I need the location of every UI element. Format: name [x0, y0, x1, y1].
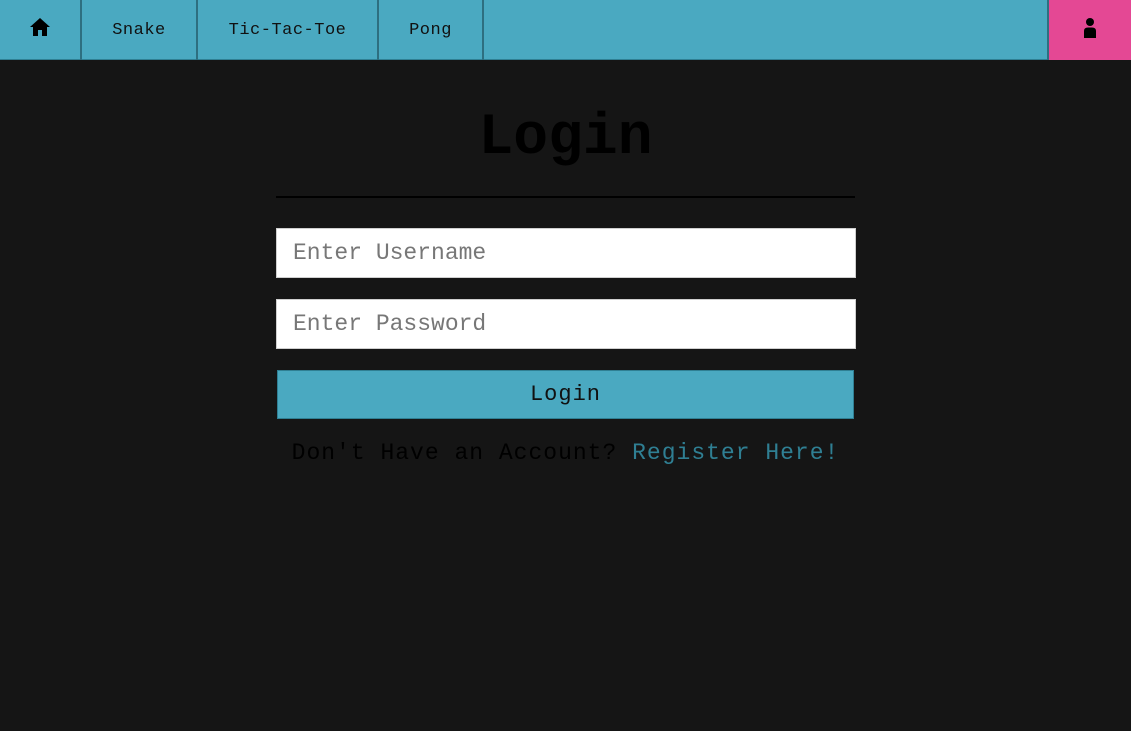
page-title: Login — [478, 106, 653, 171]
user-account-button[interactable] — [1047, 0, 1131, 60]
nav-item-label: Tic-Tac-Toe — [228, 20, 347, 40]
register-link[interactable]: Register Here! — [632, 440, 839, 466]
nav-item-label: Pong — [409, 20, 452, 40]
nav-home-button[interactable] — [0, 0, 82, 60]
nav-item-snake[interactable]: Snake — [82, 0, 198, 60]
user-icon — [1084, 17, 1096, 43]
register-prompt-text: Don't Have an Account? — [291, 440, 618, 466]
username-input[interactable] — [276, 228, 856, 278]
nav-item-label: Snake — [112, 20, 166, 40]
password-input[interactable] — [276, 299, 856, 349]
home-icon — [30, 18, 50, 42]
nav-item-tic-tac-toe[interactable]: Tic-Tac-Toe — [198, 0, 379, 60]
top-navbar: Snake Tic-Tac-Toe Pong — [0, 0, 1131, 60]
title-divider — [276, 196, 855, 198]
nav-item-pong[interactable]: Pong — [379, 0, 484, 60]
login-button[interactable]: Login — [277, 370, 854, 419]
register-prompt-line: Don't Have an Account? Register Here! — [0, 438, 1131, 468]
